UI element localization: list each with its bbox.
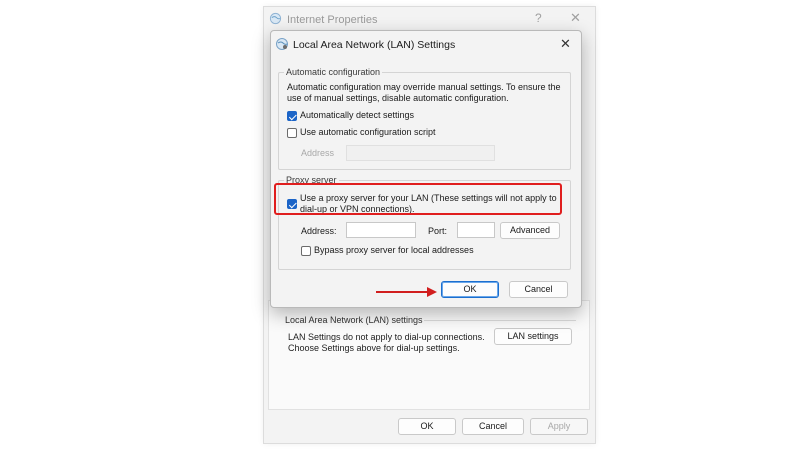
script-address-label: Address bbox=[301, 148, 335, 158]
auto-detect-label: Automatically detect settings bbox=[300, 110, 415, 120]
apply-button[interactable]: Apply bbox=[530, 418, 588, 435]
arrow-head-icon bbox=[427, 287, 437, 297]
dialog-cancel-button[interactable]: Cancel bbox=[509, 281, 568, 298]
script-address-input[interactable] bbox=[346, 145, 495, 161]
help-icon[interactable]: ? bbox=[535, 11, 542, 25]
outer-ok-button[interactable]: OK bbox=[398, 418, 456, 435]
advanced-button[interactable]: Advanced bbox=[500, 222, 560, 239]
bypass-local-label: Bypass proxy server for local addresses bbox=[314, 245, 474, 255]
proxy-address-input[interactable] bbox=[346, 222, 416, 238]
bypass-local-checkbox[interactable] bbox=[301, 246, 311, 256]
auto-script-checkbox[interactable] bbox=[287, 128, 297, 138]
close-icon[interactable]: ✕ bbox=[560, 36, 571, 52]
outer-cancel-button[interactable]: Cancel bbox=[462, 418, 524, 435]
dialog-title: Local Area Network (LAN) Settings bbox=[293, 39, 456, 51]
proxy-address-label: Address: bbox=[301, 226, 337, 236]
proxy-highlight-box bbox=[274, 183, 562, 215]
lan-settings-button[interactable]: LAN settings bbox=[494, 328, 572, 345]
close-icon[interactable]: ✕ bbox=[570, 10, 581, 26]
lan-group-label: Local Area Network (LAN) settings bbox=[284, 315, 424, 325]
internet-globe-icon bbox=[276, 38, 288, 50]
proxy-port-input[interactable] bbox=[457, 222, 495, 238]
auto-detect-checkbox[interactable] bbox=[287, 111, 297, 121]
auto-config-label: Automatic configuration bbox=[284, 67, 383, 77]
internet-globe-icon bbox=[269, 12, 282, 25]
proxy-port-label: Port: bbox=[428, 226, 448, 236]
arrow-annotation bbox=[376, 291, 430, 293]
dialog-ok-button[interactable]: OK bbox=[441, 281, 499, 298]
auto-config-description: Automatic configuration may override man… bbox=[287, 82, 561, 103]
lan-description: LAN Settings do not apply to dial-up con… bbox=[288, 332, 485, 353]
auto-script-label: Use automatic configuration script bbox=[300, 127, 436, 137]
window-title: Internet Properties bbox=[287, 14, 378, 26]
